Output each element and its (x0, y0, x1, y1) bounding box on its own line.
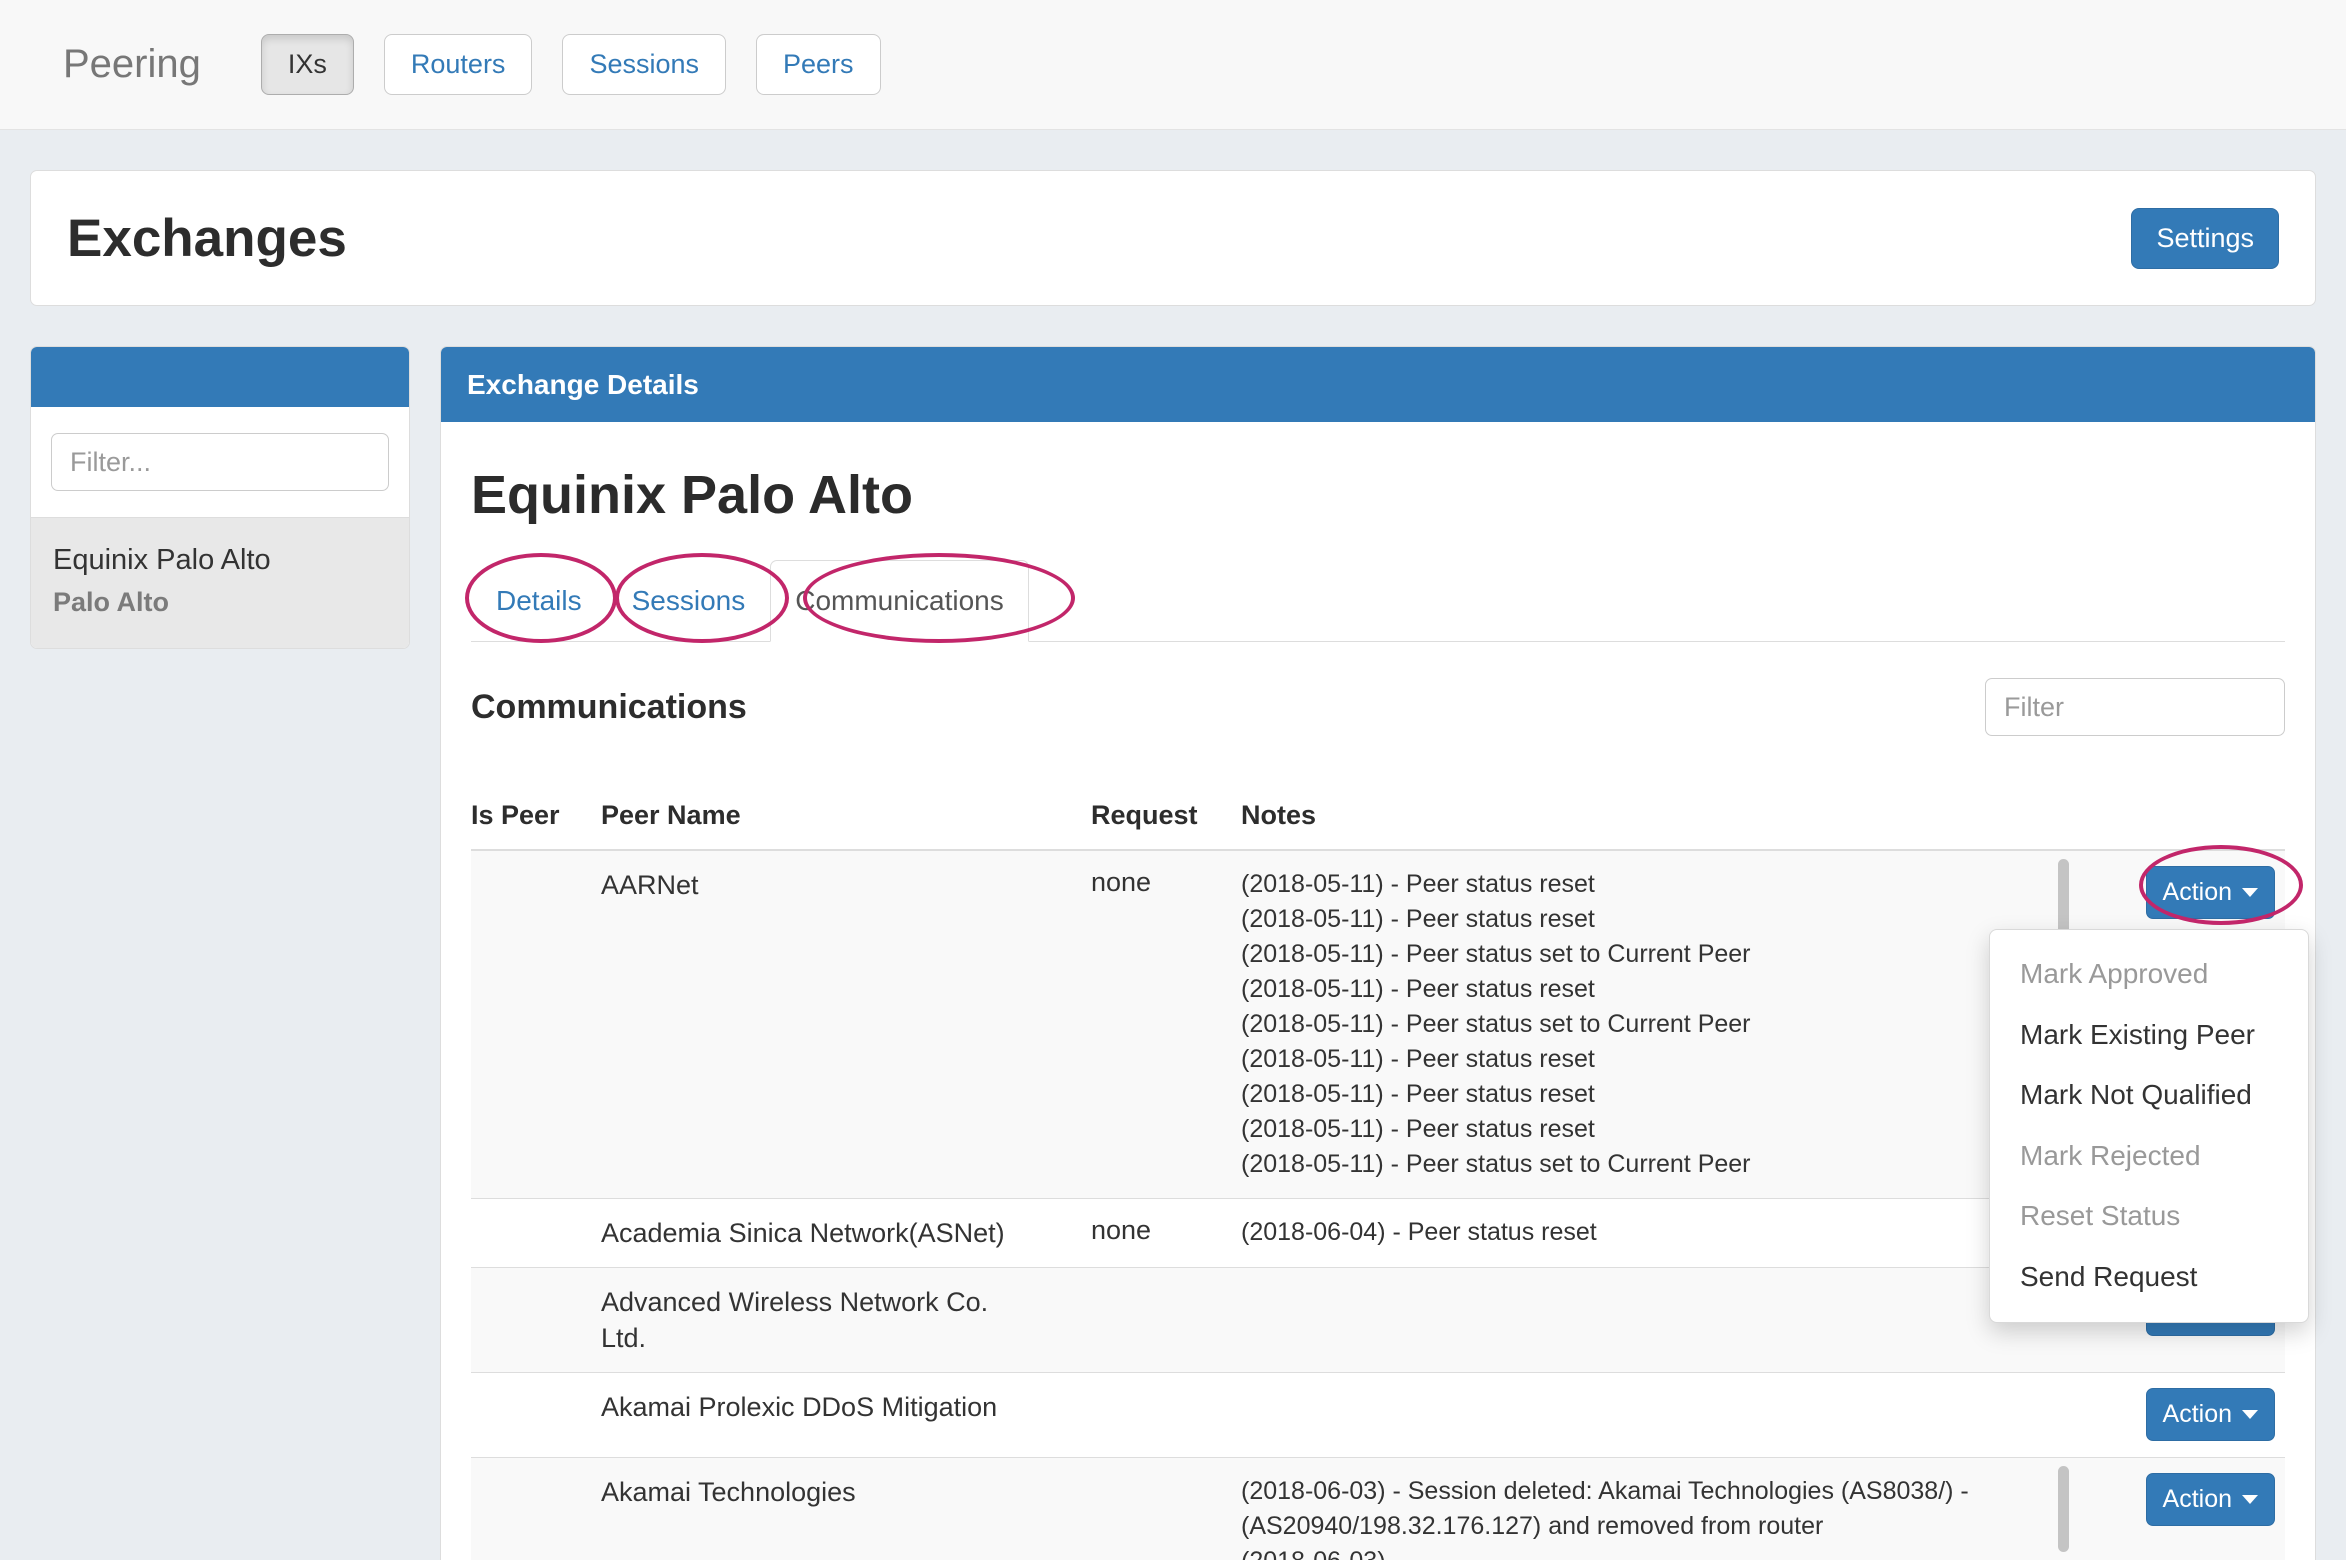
table-row-akamai-technologies: Akamai Technologies (2018-06-03) - Sessi… (471, 1458, 2285, 1560)
ix-filter-input[interactable] (51, 433, 389, 491)
caret-down-icon (2242, 1495, 2258, 1504)
tab-communications[interactable]: Communications (770, 560, 1029, 642)
action-dropdown-menu: Mark Approved Mark Existing Peer Mark No… (1989, 929, 2309, 1323)
peer-name-cell: Akamai Prolexic DDoS Mitigation (601, 1373, 1091, 1458)
peer-name-cell: Advanced Wireless Network Co. Ltd. (601, 1268, 1091, 1373)
settings-button[interactable]: Settings (2131, 208, 2279, 269)
ix-item-city: Palo Alto (53, 587, 387, 618)
action-button[interactable]: Action (2146, 1473, 2275, 1526)
app-brand: Peering (63, 42, 201, 87)
notes-text: (2018-05-11) - Peer status reset (2018-0… (1241, 867, 2065, 1182)
sidebar-filter-wrap (31, 407, 409, 517)
action-cell: Action (2075, 1373, 2285, 1458)
table-header-row: Is Peer Peer Name Request Notes (471, 786, 2285, 850)
exchange-tabs: Details Sessions Communications (471, 560, 2285, 642)
page-title: Exchanges (67, 208, 347, 269)
caret-down-icon (2242, 1410, 2258, 1419)
notes-cell: (2018-06-04) - Peer status reset (1241, 1199, 2075, 1268)
communications-filter-input[interactable] (1985, 678, 2285, 736)
request-cell (1091, 1373, 1241, 1458)
col-header-peer-name: Peer Name (601, 786, 1091, 850)
communications-heading: Communications (471, 688, 747, 727)
col-header-actions (2075, 786, 2285, 850)
notes-cell: (2018-05-11) - Peer status reset (2018-0… (1241, 850, 2075, 1199)
nav-item-ixs[interactable]: IXs (261, 34, 354, 95)
action-cell: Action (2075, 1458, 2285, 1560)
menu-item-send-request[interactable]: Send Request (1990, 1247, 2308, 1308)
menu-item-mark-existing-peer[interactable]: Mark Existing Peer (1990, 1005, 2308, 1066)
col-header-notes: Notes (1241, 786, 2075, 850)
communications-header-bar: Communications (471, 678, 2285, 736)
notes-cell: (2018-06-03) - Session deleted: Akamai T… (1241, 1458, 2075, 1560)
request-cell (1091, 1458, 1241, 1560)
sidebar-item-equinix-palo-alto[interactable]: Equinix Palo Alto Palo Alto (31, 517, 409, 648)
action-button[interactable]: Action (2146, 1388, 2275, 1441)
content-row: Equinix Palo Alto Palo Alto Exchange Det… (30, 346, 2316, 1560)
peer-name-cell: AARNet (601, 850, 1091, 1199)
exchange-details-body: Equinix Palo Alto Details Sessions Commu… (441, 422, 2315, 1560)
nav-item-routers[interactable]: Routers (384, 34, 533, 95)
menu-item-mark-rejected[interactable]: Mark Rejected (1990, 1126, 2308, 1187)
table-row-aarnet: AARNet none (2018-05-11) - Peer status r… (471, 850, 2285, 1199)
request-cell: none (1091, 1199, 1241, 1268)
nav-item-peers[interactable]: Peers (756, 34, 881, 95)
menu-item-mark-not-qualified[interactable]: Mark Not Qualified (1990, 1065, 2308, 1126)
action-button[interactable]: Action (2146, 866, 2275, 919)
is-peer-cell (471, 1458, 601, 1560)
notes-scrollbar-thumb[interactable] (2058, 1466, 2069, 1552)
tab-details[interactable]: Details (471, 560, 607, 642)
page-container: Exchanges Settings Equinix Palo Alto Pal… (0, 170, 2346, 1560)
is-peer-cell (471, 1199, 601, 1268)
request-cell (1091, 1268, 1241, 1373)
ix-list-sidebar: Equinix Palo Alto Palo Alto (30, 346, 410, 649)
communications-table: Is Peer Peer Name Request Notes AARNet n… (471, 786, 2285, 1560)
top-navbar: Peering IXs Routers Sessions Peers (0, 0, 2346, 130)
action-cell: Action Mark Approved Mark Existing Peer … (2075, 850, 2285, 1199)
notes-cell (1241, 1268, 2075, 1373)
is-peer-cell (471, 1268, 601, 1373)
notes-text: (2018-06-04) - Peer status reset (1241, 1215, 2065, 1250)
notes-text: (2018-06-03) - Session deleted: Akamai T… (1241, 1474, 2065, 1560)
exchange-details-panel-title: Exchange Details (441, 347, 2315, 422)
menu-item-mark-approved[interactable]: Mark Approved (1990, 944, 2308, 1005)
action-button-label: Action (2163, 1400, 2232, 1429)
peer-name-cell: Akamai Technologies (601, 1458, 1091, 1560)
peer-name-cell: Academia Sinica Network(ASNet) (601, 1199, 1091, 1268)
is-peer-cell (471, 850, 601, 1199)
action-button-label: Action (2163, 1485, 2232, 1514)
exchange-details-panel: Exchange Details Equinix Palo Alto Detai… (440, 346, 2316, 1560)
is-peer-cell (471, 1373, 601, 1458)
exchange-title: Equinix Palo Alto (471, 464, 2285, 526)
tab-sessions[interactable]: Sessions (607, 560, 771, 642)
action-button-label: Action (2163, 878, 2232, 907)
col-header-request: Request (1091, 786, 1241, 850)
notes-cell (1241, 1373, 2075, 1458)
ix-item-name: Equinix Palo Alto (53, 544, 387, 577)
col-header-is-peer: Is Peer (471, 786, 601, 850)
nav-item-sessions[interactable]: Sessions (562, 34, 726, 95)
table-row-akamai-prolexic: Akamai Prolexic DDoS Mitigation Action (471, 1373, 2285, 1458)
caret-down-icon (2242, 888, 2258, 897)
menu-item-reset-status[interactable]: Reset Status (1990, 1186, 2308, 1247)
sidebar-panel-header (31, 347, 409, 407)
request-cell: none (1091, 850, 1241, 1199)
page-header-panel: Exchanges Settings (30, 170, 2316, 306)
